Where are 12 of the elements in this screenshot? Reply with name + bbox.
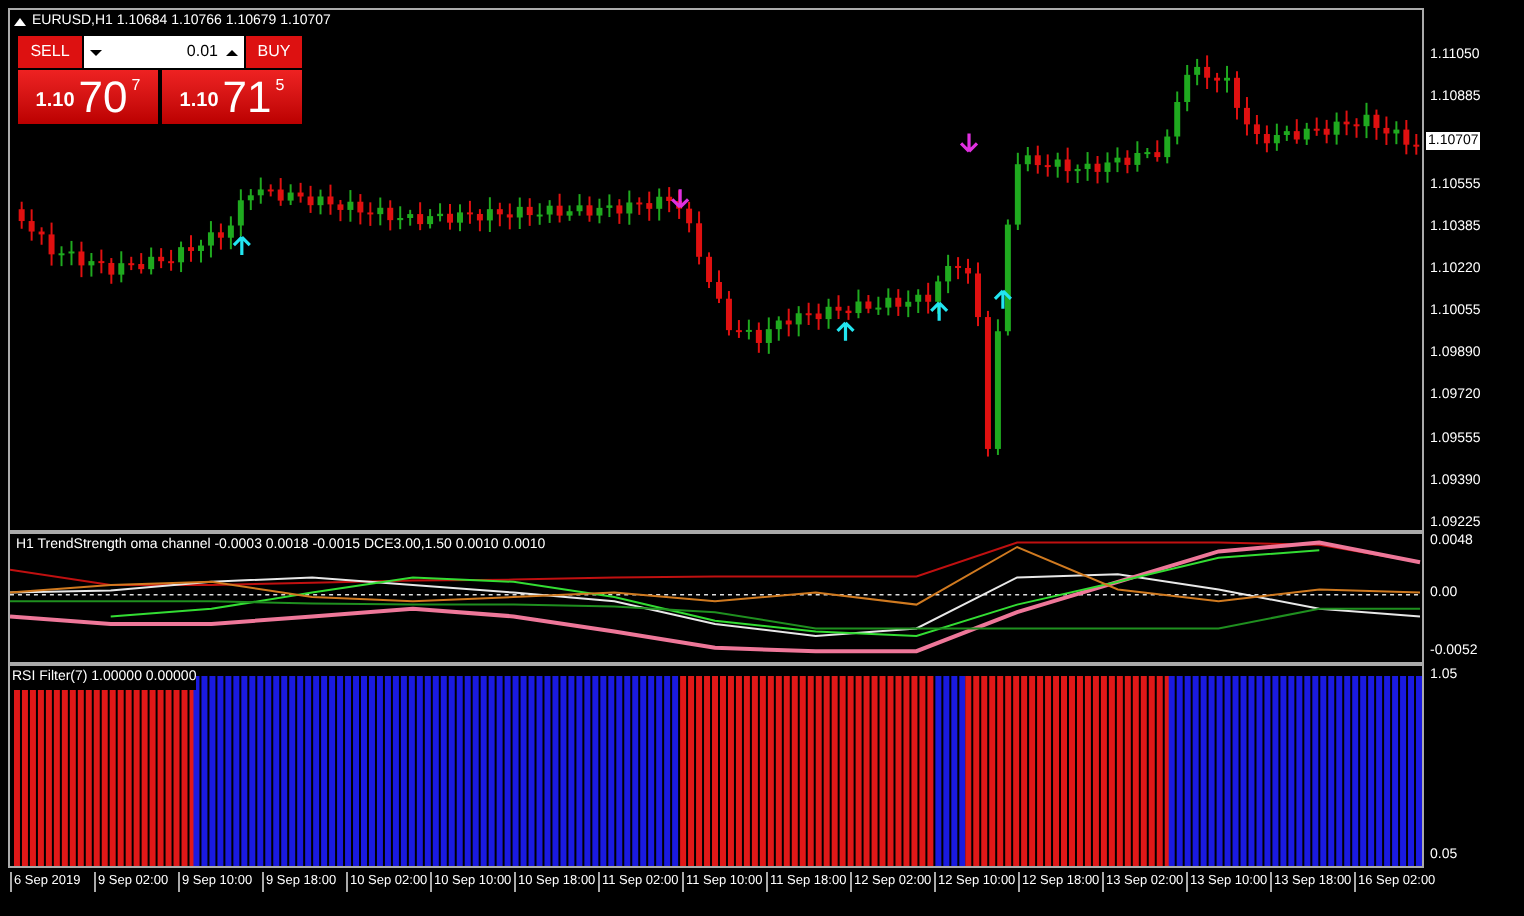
sell-button[interactable]: SELL <box>18 36 82 68</box>
down-arrow-icon <box>959 131 979 154</box>
buy-button[interactable]: BUY <box>246 36 302 68</box>
up-arrow-icon <box>929 301 949 323</box>
lot-field[interactable]: 0.01 <box>84 36 244 68</box>
caret-up-icon[interactable] <box>226 49 238 55</box>
up-arrow-icon <box>835 321 856 343</box>
up-arrow-icon <box>993 289 1013 311</box>
caret-down-icon[interactable] <box>90 49 102 55</box>
up-arrow-icon <box>232 235 252 257</box>
down-arrow-icon <box>670 187 690 209</box>
collapse-icon[interactable] <box>14 18 26 27</box>
